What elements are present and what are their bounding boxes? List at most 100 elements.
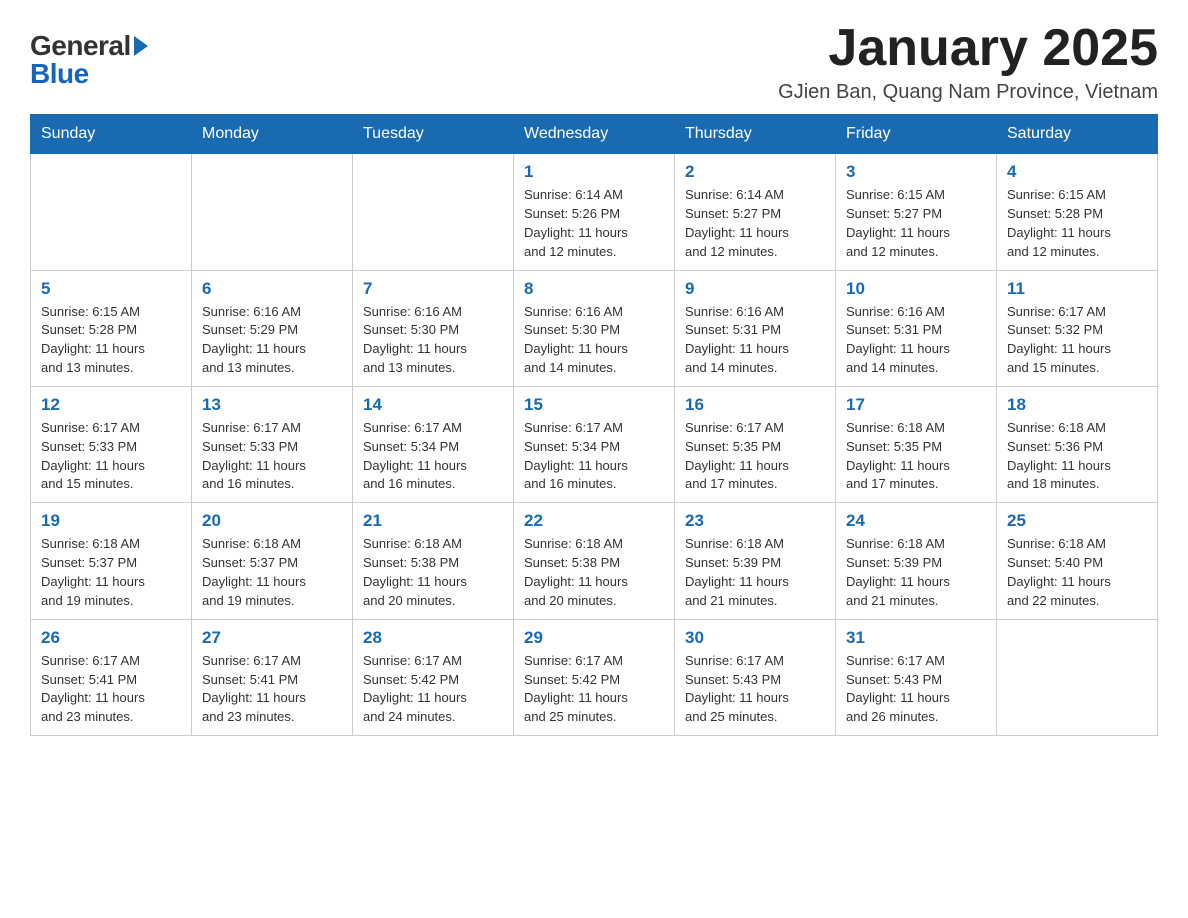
calendar-cell (997, 619, 1158, 735)
calendar-cell: 29 Sunrise: 6:17 AMSunset: 5:42 PMDayligh… (514, 619, 675, 735)
calendar-cell: 24 Sunrise: 6:18 AMSunset: 5:39 PMDayligh… (836, 503, 997, 619)
calendar-cell: 14 Sunrise: 6:17 AMSunset: 5:34 PMDayligh… (353, 386, 514, 502)
day-number: 4 (1007, 162, 1147, 182)
calendar-cell: 5Sunrise: 6:15 AMSunset: 5:28 PMDaylight… (31, 270, 192, 386)
calendar-cell: 27Sunrise: 6:17 AMSunset: 5:41 PMDayligh… (192, 619, 353, 735)
day-info: Sunrise: 6:18 AMSunset: 5:39 PMDaylight:… (846, 535, 986, 610)
day-number: 24 (846, 511, 986, 531)
calendar-week-row: 19 Sunrise: 6:18 AMSunset: 5:37 PMDayligh… (31, 503, 1158, 619)
day-number: 25 (1007, 511, 1147, 531)
calendar-cell: 2 Sunrise: 6:14 AMSunset: 5:27 PMDaylight… (675, 154, 836, 270)
day-number: 11 (1007, 279, 1147, 299)
day-info: Sunrise: 6:16 AMSunset: 5:31 PMDaylight:… (685, 303, 825, 378)
page-header: General Blue January 2025 GJien Ban, Qua… (30, 20, 1158, 104)
day-info: Sunrise: 6:18 AMSunset: 5:37 PMDaylight:… (202, 535, 342, 610)
day-info: Sunrise: 6:15 AMSunset: 5:28 PMDaylight:… (1007, 186, 1147, 261)
calendar-cell: 20 Sunrise: 6:18 AMSunset: 5:37 PMDayligh… (192, 503, 353, 619)
day-info: Sunrise: 6:18 AMSunset: 5:40 PMDaylight:… (1007, 535, 1147, 610)
logo-line2: Blue (30, 58, 150, 90)
calendar-week-row: 26 Sunrise: 6:17 AMSunset: 5:41 PMDayligh… (31, 619, 1158, 735)
day-info: Sunrise: 6:17 AMSunset: 5:41 PMDaylight:… (41, 652, 181, 727)
weekday-header-saturday: Saturday (997, 115, 1158, 154)
day-number: 19 (41, 511, 181, 531)
day-number: 15 (524, 395, 664, 415)
day-number: 13 (202, 395, 342, 415)
day-info: Sunrise: 6:17 AMSunset: 5:41 PMDaylight:… (202, 652, 342, 727)
logo: General Blue (30, 30, 150, 90)
day-number: 10 (846, 279, 986, 299)
calendar-cell: 11 Sunrise: 6:17 AMSunset: 5:32 PMDayligh… (997, 270, 1158, 386)
day-info: Sunrise: 6:18 AMSunset: 5:37 PMDaylight:… (41, 535, 181, 610)
day-info: Sunrise: 6:18 AMSunset: 5:36 PMDaylight:… (1007, 419, 1147, 494)
weekday-header-friday: Friday (836, 115, 997, 154)
day-number: 26 (41, 628, 181, 648)
day-number: 12 (41, 395, 181, 415)
day-info: Sunrise: 6:17 AMSunset: 5:35 PMDaylight:… (685, 419, 825, 494)
calendar-cell: 4 Sunrise: 6:15 AMSunset: 5:28 PMDaylight… (997, 154, 1158, 270)
calendar-table: SundayMondayTuesdayWednesdayThursdayFrid… (30, 114, 1158, 736)
day-number: 17 (846, 395, 986, 415)
calendar-cell: 22 Sunrise: 6:18 AMSunset: 5:38 PMDayligh… (514, 503, 675, 619)
day-info: Sunrise: 6:17 AMSunset: 5:34 PMDaylight:… (363, 419, 503, 494)
calendar-cell: 19 Sunrise: 6:18 AMSunset: 5:37 PMDayligh… (31, 503, 192, 619)
day-number: 18 (1007, 395, 1147, 415)
calendar-cell: 12 Sunrise: 6:17 AMSunset: 5:33 PMDayligh… (31, 386, 192, 502)
day-number: 8 (524, 279, 664, 299)
calendar-cell: 25 Sunrise: 6:18 AMSunset: 5:40 PMDayligh… (997, 503, 1158, 619)
day-number: 28 (363, 628, 503, 648)
calendar-cell: 18 Sunrise: 6:18 AMSunset: 5:36 PMDayligh… (997, 386, 1158, 502)
calendar-cell: 28 Sunrise: 6:17 AMSunset: 5:42 PMDayligh… (353, 619, 514, 735)
day-number: 23 (685, 511, 825, 531)
day-info: Sunrise: 6:17 AMSunset: 5:42 PMDaylight:… (524, 652, 664, 727)
day-info: Sunrise: 6:17 AMSunset: 5:33 PMDaylight:… (202, 419, 342, 494)
title-area: January 2025 GJien Ban, Quang Nam Provin… (778, 20, 1158, 104)
calendar-cell: 23 Sunrise: 6:18 AMSunset: 5:39 PMDayligh… (675, 503, 836, 619)
calendar-cell: 9Sunrise: 6:16 AMSunset: 5:31 PMDaylight… (675, 270, 836, 386)
weekday-header-monday: Monday (192, 115, 353, 154)
day-number: 7 (363, 279, 503, 299)
calendar-cell: 8 Sunrise: 6:16 AMSunset: 5:30 PMDaylight… (514, 270, 675, 386)
calendar-week-row: 12 Sunrise: 6:17 AMSunset: 5:33 PMDayligh… (31, 386, 1158, 502)
calendar-cell: 26 Sunrise: 6:17 AMSunset: 5:41 PMDayligh… (31, 619, 192, 735)
location-title: GJien Ban, Quang Nam Province, Vietnam (778, 81, 1158, 104)
day-number: 14 (363, 395, 503, 415)
day-info: Sunrise: 6:17 AMSunset: 5:43 PMDaylight:… (685, 652, 825, 727)
calendar-cell: 10Sunrise: 6:16 AMSunset: 5:31 PMDayligh… (836, 270, 997, 386)
calendar-cell: 15 Sunrise: 6:17 AMSunset: 5:34 PMDayligh… (514, 386, 675, 502)
day-info: Sunrise: 6:16 AMSunset: 5:29 PMDaylight:… (202, 303, 342, 378)
day-info: Sunrise: 6:18 AMSunset: 5:35 PMDaylight:… (846, 419, 986, 494)
day-number: 30 (685, 628, 825, 648)
day-info: Sunrise: 6:17 AMSunset: 5:34 PMDaylight:… (524, 419, 664, 494)
day-number: 29 (524, 628, 664, 648)
logo-blue: Blue (30, 58, 89, 90)
day-number: 22 (524, 511, 664, 531)
day-number: 3 (846, 162, 986, 182)
day-info: Sunrise: 6:18 AMSunset: 5:38 PMDaylight:… (524, 535, 664, 610)
calendar-cell: 1Sunrise: 6:14 AMSunset: 5:26 PMDaylight… (514, 154, 675, 270)
day-info: Sunrise: 6:16 AMSunset: 5:30 PMDaylight:… (524, 303, 664, 378)
weekday-header-tuesday: Tuesday (353, 115, 514, 154)
logo-triangle-icon (134, 36, 148, 56)
day-info: Sunrise: 6:17 AMSunset: 5:32 PMDaylight:… (1007, 303, 1147, 378)
calendar-cell: 17 Sunrise: 6:18 AMSunset: 5:35 PMDayligh… (836, 386, 997, 502)
day-info: Sunrise: 6:18 AMSunset: 5:38 PMDaylight:… (363, 535, 503, 610)
day-info: Sunrise: 6:16 AMSunset: 5:30 PMDaylight:… (363, 303, 503, 378)
weekday-header-wednesday: Wednesday (514, 115, 675, 154)
day-info: Sunrise: 6:14 AMSunset: 5:27 PMDaylight:… (685, 186, 825, 261)
day-number: 20 (202, 511, 342, 531)
day-number: 1 (524, 162, 664, 182)
day-number: 5 (41, 279, 181, 299)
calendar-cell: 6Sunrise: 6:16 AMSunset: 5:29 PMDaylight… (192, 270, 353, 386)
calendar-week-row: 5Sunrise: 6:15 AMSunset: 5:28 PMDaylight… (31, 270, 1158, 386)
day-info: Sunrise: 6:18 AMSunset: 5:39 PMDaylight:… (685, 535, 825, 610)
calendar-week-row: 1Sunrise: 6:14 AMSunset: 5:26 PMDaylight… (31, 154, 1158, 270)
day-info: Sunrise: 6:17 AMSunset: 5:42 PMDaylight:… (363, 652, 503, 727)
calendar-cell: 21 Sunrise: 6:18 AMSunset: 5:38 PMDayligh… (353, 503, 514, 619)
weekday-header-row: SundayMondayTuesdayWednesdayThursdayFrid… (31, 115, 1158, 154)
day-number: 21 (363, 511, 503, 531)
month-title: January 2025 (778, 20, 1158, 77)
day-number: 2 (685, 162, 825, 182)
day-info: Sunrise: 6:17 AMSunset: 5:33 PMDaylight:… (41, 419, 181, 494)
day-number: 31 (846, 628, 986, 648)
calendar-cell: 16Sunrise: 6:17 AMSunset: 5:35 PMDayligh… (675, 386, 836, 502)
